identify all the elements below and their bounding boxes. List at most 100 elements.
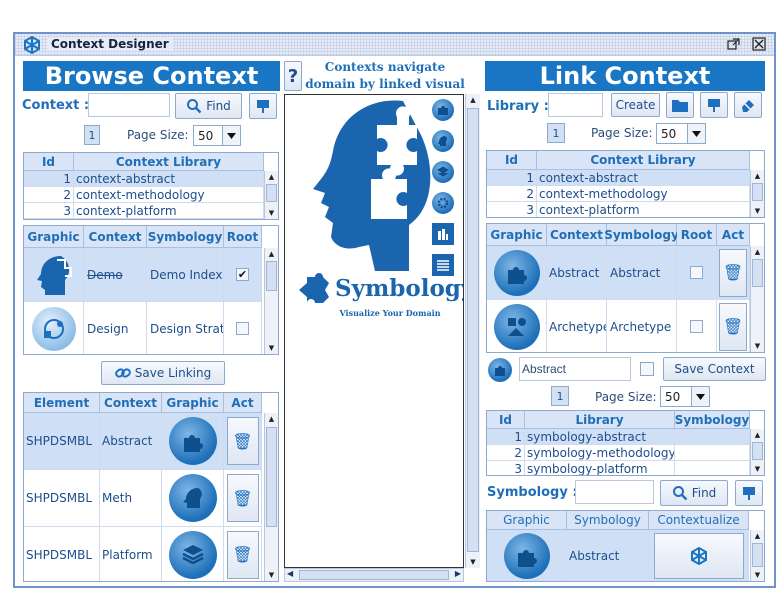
- building-tool-icon[interactable]: [432, 223, 454, 245]
- column-header-graphic[interactable]: Graphic: [24, 226, 84, 248]
- vertical-scrollbar[interactable]: ▲ ▼: [465, 94, 480, 568]
- row-id[interactable]: 2: [487, 445, 525, 461]
- delete-button[interactable]: 🗑: [719, 248, 747, 297]
- column-header-id[interactable]: Id: [24, 153, 74, 171]
- column-header-symbology[interactable]: Symbology: [675, 411, 750, 429]
- symbology-cell[interactable]: Archetype: [607, 300, 677, 352]
- element-cell[interactable]: SHPDSMBL: [24, 470, 100, 527]
- element-cell[interactable]: SHPDSMBL: [24, 527, 100, 581]
- column-header-act[interactable]: Act: [224, 393, 262, 413]
- context-name-input[interactable]: [519, 357, 631, 381]
- symbology-cell[interactable]: Demo Index: [147, 248, 224, 302]
- column-header-graphic[interactable]: Graphic: [162, 393, 224, 413]
- pin-button[interactable]: [700, 92, 728, 118]
- column-header-element[interactable]: Element: [24, 393, 100, 413]
- table-row[interactable]: symbology-methodology: [525, 445, 675, 461]
- contextualize-button[interactable]: [653, 532, 744, 579]
- row-id[interactable]: 1: [24, 171, 74, 187]
- root-checkbox[interactable]: [640, 362, 654, 376]
- open-folder-button[interactable]: [666, 92, 694, 118]
- table-row[interactable]: context-methodology: [74, 187, 264, 203]
- symbology-cell[interactable]: [675, 445, 750, 461]
- row-id[interactable]: 2: [24, 187, 74, 203]
- save-context-button[interactable]: Save Context: [663, 357, 766, 381]
- context-cell[interactable]: Demo: [84, 248, 147, 302]
- symbology-input[interactable]: [575, 480, 654, 504]
- head-tool-icon[interactable]: [432, 130, 454, 152]
- column-header-symbology[interactable]: Symbology: [567, 511, 649, 530]
- eraser-button[interactable]: [734, 92, 762, 118]
- column-header-context[interactable]: Context: [547, 224, 607, 246]
- page-number[interactable]: 1: [84, 125, 100, 145]
- column-header-root[interactable]: Root: [224, 226, 262, 248]
- column-header-library[interactable]: Library: [525, 411, 675, 429]
- table-row[interactable]: symbology-platform: [525, 461, 675, 475]
- column-header-context[interactable]: Context: [84, 226, 147, 248]
- page-size-select[interactable]: 50: [656, 123, 706, 144]
- column-header-symbology[interactable]: Symbology: [147, 226, 224, 248]
- table-row[interactable]: context-platform: [537, 202, 750, 217]
- symbology-cell[interactable]: [675, 461, 750, 475]
- layers-tool-icon[interactable]: [432, 161, 454, 183]
- page-number[interactable]: 1: [551, 386, 569, 406]
- root-checkbox[interactable]: [236, 322, 249, 335]
- preview-canvas[interactable]: Symbology Visualize Your Domain: [284, 94, 464, 568]
- create-button[interactable]: Create: [611, 93, 660, 117]
- selected-graphic-icon[interactable]: [488, 358, 512, 382]
- column-header-id[interactable]: Id: [487, 411, 525, 429]
- find-button[interactable]: Find: [175, 93, 242, 119]
- delete-button[interactable]: 🗑: [226, 474, 259, 522]
- context-input[interactable]: [88, 93, 170, 117]
- column-header-contextualize[interactable]: Contextualize: [649, 511, 749, 530]
- delete-button[interactable]: 🗑: [719, 302, 747, 351]
- context-cell[interactable]: Platform: [100, 527, 162, 581]
- scrollbar[interactable]: ▲ ▼: [264, 248, 278, 354]
- table-row[interactable]: symbology-abstract: [525, 429, 675, 445]
- column-header-context-library[interactable]: Context Library: [537, 151, 750, 170]
- column-header-graphic[interactable]: Graphic: [487, 224, 547, 246]
- root-checkbox[interactable]: [690, 320, 703, 333]
- column-header-context-library[interactable]: Context Library: [74, 153, 264, 171]
- find-button[interactable]: Find: [660, 480, 728, 506]
- table-row[interactable]: context-abstract: [537, 170, 750, 186]
- scrollbar[interactable]: ▲ ▼: [264, 413, 278, 581]
- chevron-down-icon[interactable]: [687, 124, 705, 143]
- graphic-cell[interactable]: [162, 413, 224, 470]
- row-id[interactable]: 3: [24, 203, 74, 219]
- symbology-cell[interactable]: Abstract: [607, 246, 677, 300]
- symbology-cell[interactable]: [675, 429, 750, 445]
- context-cell[interactable]: Archetype: [547, 300, 607, 352]
- row-id[interactable]: 1: [487, 170, 537, 186]
- context-cell[interactable]: Abstract: [100, 413, 162, 470]
- row-id[interactable]: 3: [487, 202, 537, 217]
- graphic-cell[interactable]: [24, 248, 84, 302]
- column-header-context[interactable]: Context: [100, 393, 162, 413]
- horizontal-scrollbar[interactable]: ◀ ▶: [284, 568, 464, 582]
- library-input[interactable]: [548, 93, 603, 117]
- scrollbar[interactable]: ▲ ▼: [750, 170, 764, 217]
- pin-button[interactable]: [735, 480, 763, 506]
- page-size-select[interactable]: 50: [660, 386, 710, 407]
- row-id[interactable]: 2: [487, 186, 537, 202]
- graphic-cell[interactable]: [487, 530, 567, 581]
- table-row[interactable]: context-methodology: [537, 186, 750, 202]
- row-id[interactable]: 1: [487, 429, 525, 445]
- scrollbar[interactable]: ▲ ▼: [264, 171, 278, 219]
- delete-button[interactable]: 🗑: [226, 530, 259, 579]
- chevron-down-icon[interactable]: [222, 126, 240, 145]
- context-cell[interactable]: Design: [84, 302, 147, 354]
- pin-button[interactable]: [249, 93, 277, 119]
- close-icon[interactable]: [752, 37, 766, 51]
- delete-button[interactable]: 🗑: [226, 417, 259, 465]
- scrollbar[interactable]: ▲ ▼: [750, 246, 764, 352]
- column-header-graphic[interactable]: Graphic: [487, 511, 567, 530]
- root-checkbox[interactable]: ✔: [236, 268, 249, 281]
- scrollbar[interactable]: ▲ ▼: [750, 429, 764, 475]
- column-header-id[interactable]: Id: [487, 151, 537, 170]
- chevron-down-icon[interactable]: [691, 387, 709, 406]
- gear-tool-icon[interactable]: [432, 192, 454, 214]
- stack-tool-icon[interactable]: [432, 254, 454, 276]
- column-header-act[interactable]: Act: [717, 224, 750, 246]
- table-row[interactable]: context-platform: [74, 203, 264, 219]
- graphic-cell[interactable]: [162, 527, 224, 581]
